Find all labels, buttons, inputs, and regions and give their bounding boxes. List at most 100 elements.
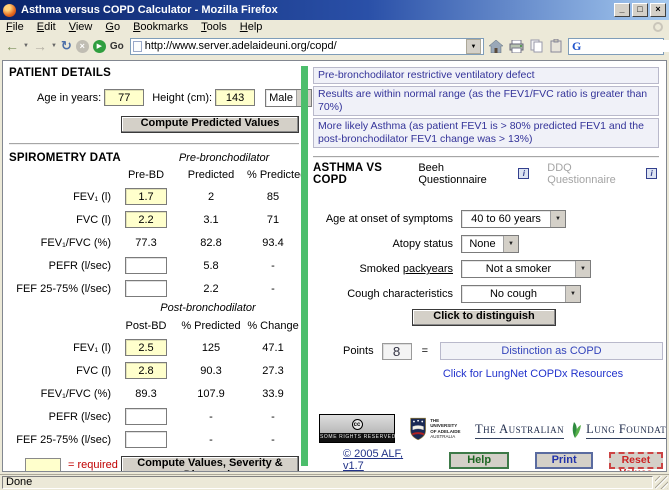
chevron-down-icon: ▼: [503, 236, 518, 252]
info-icon[interactable]: i: [518, 168, 529, 179]
forward-dropdown-icon[interactable]: ▼: [51, 43, 57, 49]
forward-button[interactable]: →: [33, 39, 47, 53]
col-pct-change: % Change: [247, 320, 299, 332]
message-normal-range: Results are within normal range (as the …: [313, 86, 659, 116]
info-icon[interactable]: i: [646, 168, 657, 179]
ddq-questionnaire-link[interactable]: DDQ Questionnaire i: [547, 162, 657, 186]
row-label: FEF 25-75% (l/sec): [9, 434, 117, 446]
cough-select[interactable]: No cough ▼: [461, 285, 581, 303]
search-bar[interactable]: G: [568, 38, 664, 55]
post-pefr-predicted: -: [175, 411, 247, 423]
window-title: Asthma versus COPD Calculator - Mozilla …: [21, 4, 609, 16]
university-of-adelaide-logo: THE UNIVERSITY OF ADELAIDE AUSTRALIA: [409, 415, 461, 443]
post-fev1-pct: 47.1: [247, 342, 299, 354]
packyears-select[interactable]: Not a smoker ▼: [461, 260, 591, 278]
packyears-link[interactable]: packyears: [403, 263, 453, 275]
age-onset-select[interactable]: 40 to 60 years ▼: [461, 210, 566, 228]
pre-fev1-predicted: 2: [175, 191, 247, 203]
maximize-button[interactable]: □: [632, 3, 648, 17]
back-button[interactable]: ←: [5, 39, 19, 53]
post-fef-input[interactable]: [125, 431, 167, 448]
menu-go[interactable]: Go: [105, 21, 120, 33]
pre-pefr-pct: -: [247, 260, 299, 272]
pre-fef-predicted: 2.2: [175, 283, 247, 295]
table-row: FEF 25-75% (l/sec) 2.2 -: [9, 277, 299, 300]
print-page-button[interactable]: Print: [535, 452, 592, 469]
url-bar[interactable]: ▼: [130, 38, 484, 55]
message-restrictive-defect: Pre-bronchodilator restrictive ventilato…: [313, 67, 659, 84]
url-input[interactable]: [145, 40, 463, 53]
row-label: PEFR (l/sec): [9, 260, 117, 272]
menu-tools[interactable]: Tools: [201, 21, 227, 33]
age-onset-label: Age at onset of symptoms: [313, 213, 461, 225]
height-input[interactable]: [215, 89, 255, 106]
menu-bookmarks[interactable]: Bookmarks: [133, 21, 188, 33]
left-divider: [9, 143, 299, 145]
height-label: Height (cm):: [152, 92, 212, 104]
copy-icon[interactable]: [528, 38, 544, 54]
pre-ratio-pct: 93.4: [247, 237, 299, 249]
search-input[interactable]: [583, 40, 669, 52]
pre-fef-input[interactable]: [125, 280, 167, 297]
post-pefr-input[interactable]: [125, 408, 167, 425]
google-logo-icon: G: [572, 40, 581, 52]
menu-file[interactable]: File: [6, 21, 24, 33]
url-dropdown-button[interactable]: ▼: [466, 39, 481, 54]
resize-grip[interactable]: [655, 476, 668, 489]
pre-fev1-input[interactable]: [125, 188, 167, 205]
go-button[interactable]: ▶: [93, 40, 106, 53]
pre-fev1-pct: 85: [247, 191, 299, 203]
right-panel: Pre-bronchodilator restrictive ventilato…: [313, 61, 663, 469]
distinguish-form: Age at onset of symptoms 40 to 60 years …: [313, 209, 663, 304]
pre-pefr-input[interactable]: [125, 257, 167, 274]
compute-values-button[interactable]: Compute Values, Severity & Diagnosis: [121, 456, 299, 472]
post-fef-pct: -: [247, 434, 299, 446]
menu-help[interactable]: Help: [240, 21, 263, 33]
alf-text-left: The Australian: [475, 422, 564, 439]
click-to-distinguish-button[interactable]: Click to distinguish: [412, 309, 556, 326]
form-row: Age at onset of symptoms 40 to 60 years …: [313, 209, 663, 229]
pre-fvc-input[interactable]: [125, 211, 167, 228]
age-input[interactable]: [104, 89, 144, 106]
home-button[interactable]: [488, 38, 504, 54]
reset-values-button[interactable]: Reset Values: [609, 452, 663, 469]
row-label: FEF 25-75% (l/sec): [9, 283, 117, 295]
atopy-status-select[interactable]: None ▼: [461, 235, 519, 253]
row-label: FVC (l): [9, 214, 117, 226]
pre-fvc-pct: 71: [247, 214, 299, 226]
post-column-headers: Post-BD % Predicted % Change: [9, 316, 299, 336]
reload-button[interactable]: ↻: [61, 38, 72, 54]
logos-row: cc SOME RIGHTS RESERVED THE UNIVERSITY O…: [313, 414, 663, 443]
table-row: FEV₁ (l) 2 85: [9, 185, 299, 208]
post-fev1-input[interactable]: [125, 339, 167, 356]
message-likely-asthma: More likely Asthma (as patient FEV1 is >…: [313, 118, 659, 148]
close-button[interactable]: ×: [650, 3, 666, 17]
form-row: Cough characteristics No cough ▼: [313, 284, 663, 304]
vertical-divider: [301, 66, 308, 466]
help-button[interactable]: Help: [449, 452, 510, 469]
cc-circle-icon: cc: [352, 419, 363, 430]
stop-button[interactable]: ×: [76, 40, 89, 53]
distinction-result: Distinction as COPD: [440, 342, 663, 360]
copyright-link[interactable]: © 2005 ALF, v1.7: [343, 448, 409, 472]
go-label: Go: [110, 41, 124, 52]
points-input[interactable]: [382, 343, 412, 360]
pre-fef-pct: -: [247, 283, 299, 295]
back-dropdown-icon[interactable]: ▼: [23, 43, 29, 49]
print-button[interactable]: [508, 38, 524, 54]
table-row: FVC (l) 3.1 71: [9, 208, 299, 231]
lungnet-resources-link[interactable]: Click for LungNet COPDx Resources: [443, 368, 623, 380]
paste-icon[interactable]: [548, 38, 564, 54]
packyears-selected-value: Not a smoker: [462, 261, 575, 277]
beeh-questionnaire-link[interactable]: Beeh Questionnaire i: [418, 162, 529, 186]
page-icon: [133, 41, 142, 52]
menu-edit[interactable]: Edit: [37, 21, 56, 33]
equals-sign: =: [422, 345, 428, 357]
menu-view[interactable]: View: [69, 21, 93, 33]
compute-predicted-button[interactable]: Compute Predicted Values: [121, 116, 299, 133]
window-titlebar: Asthma versus COPD Calculator - Mozilla …: [0, 0, 669, 20]
post-pefr-pct: -: [247, 411, 299, 423]
minimize-button[interactable]: _: [614, 3, 630, 17]
post-fvc-input[interactable]: [125, 362, 167, 379]
form-row: Atopy status None ▼: [313, 234, 663, 254]
